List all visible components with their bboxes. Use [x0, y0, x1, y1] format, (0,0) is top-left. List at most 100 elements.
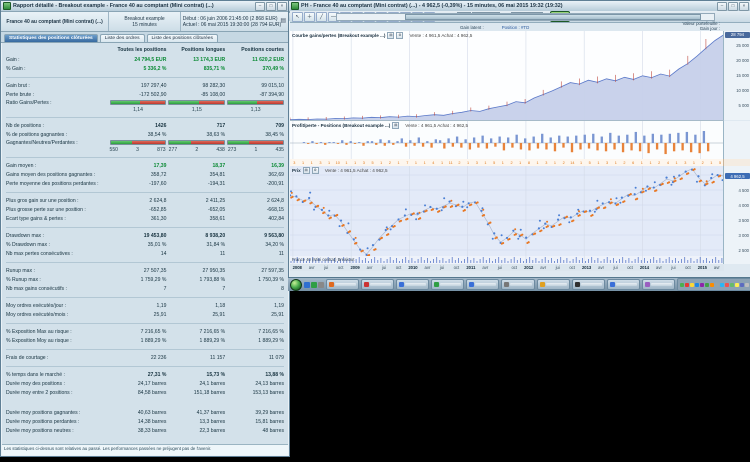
close-button[interactable]: ×	[277, 2, 287, 11]
tray-icon-13[interactable]	[740, 283, 744, 287]
bar-red	[191, 141, 224, 144]
maximize-button[interactable]: □	[266, 2, 276, 11]
tray-icon-4[interactable]	[695, 283, 699, 287]
axis-tick-label: 5 000	[739, 103, 749, 108]
pointer-icon[interactable]: ↖	[292, 12, 303, 22]
minimize-button[interactable]: –	[717, 2, 727, 11]
axis-tick-label: 20 000	[736, 58, 749, 63]
breakdown-value: 435	[275, 147, 284, 153]
stat-row: Gain :24 794,5 EUR13 174,3 EUR11 620,2 E…	[6, 55, 286, 64]
tray-icon-11[interactable]	[730, 283, 734, 287]
time-axis-label: 2012	[522, 265, 536, 270]
trade-count-annotation: 5	[490, 161, 499, 165]
scrollbar-track[interactable]	[336, 13, 715, 21]
tray-icon-8[interactable]	[715, 283, 719, 287]
print-icon[interactable]: ▤	[280, 17, 286, 24]
trade-count-annotation: 1	[638, 161, 647, 165]
breakdown-value: 1	[254, 147, 257, 153]
axis-tick-label: 3 000	[739, 233, 749, 238]
quick-launch-icon-3[interactable]	[318, 282, 324, 288]
taskbar-button-label	[370, 283, 391, 286]
tab-statistiques-des-positions-cl-tur-es[interactable]: Statistiques des positions clôturées	[4, 34, 98, 42]
minimize-button[interactable]: –	[255, 2, 265, 11]
taskbar-button-label	[510, 283, 531, 286]
trendline-icon[interactable]: ╱	[316, 12, 327, 22]
position-label[interactable]: Position : #TD	[502, 25, 530, 30]
stat-value: 1 793,88 %	[168, 277, 227, 283]
trade-count-annotation: 1	[438, 161, 447, 165]
tray-icon-12[interactable]	[735, 283, 739, 287]
taskbar-button-6[interactable]	[501, 279, 534, 290]
taskbar-button-3[interactable]	[396, 279, 429, 290]
equity-curve-plot[interactable]	[290, 31, 724, 120]
positions-density-plot[interactable]	[290, 256, 724, 264]
taskbar-button-10[interactable]	[642, 279, 675, 290]
stat-label: Drawdown max :	[6, 233, 110, 239]
section-separator	[6, 223, 286, 231]
stat-value: 197 297,40	[110, 83, 169, 89]
pane-settings-icon[interactable]: ⚙	[312, 167, 319, 174]
bar-green	[111, 101, 140, 104]
close-button[interactable]: ×	[739, 2, 749, 11]
column-header: Positions courtes	[227, 47, 286, 53]
tray-icon-7[interactable]	[710, 283, 714, 287]
stat-value: 11	[168, 251, 227, 257]
stat-label: Durée moy positions neutres :	[6, 428, 110, 434]
crosshair-icon[interactable]: ＋	[304, 12, 315, 22]
quick-launch-icon-1[interactable]	[304, 282, 310, 288]
time-axis-label: avr	[594, 265, 608, 270]
taskbar-button-icon	[610, 282, 615, 287]
section-separator	[6, 293, 286, 301]
trade-count-annotation: 3	[472, 161, 481, 165]
equity-curve-pane[interactable]: Courbe gains/pertes (Breakout example ..…	[290, 31, 724, 121]
quick-launch-icon-2[interactable]	[311, 282, 317, 288]
scrollbar-thumb[interactable]	[405, 14, 701, 20]
price-pane[interactable]: Prix ▤ ⚙ Vente : 4 961,5 Achat : 4 962,5	[290, 166, 724, 257]
taskbar	[288, 277, 750, 291]
tray-icon-1[interactable]	[680, 283, 684, 287]
trade-count-annotation: 2	[655, 161, 664, 165]
trade-count-annotation: 2	[559, 161, 568, 165]
pl-quote: Vente : 4 961,5 Achat : 4 962,5	[405, 123, 468, 128]
time-axis-label: 2011	[464, 265, 478, 270]
report-titlebar[interactable]: Rapport détaillé - Breakout example - Fr…	[1, 1, 289, 12]
axis-tick-label: 15 000	[736, 73, 749, 78]
taskbar-button-5[interactable]	[466, 279, 499, 290]
stat-value: 24,17 barres	[110, 381, 169, 387]
maximize-button[interactable]: □	[728, 2, 738, 11]
taskbar-button-8[interactable]	[572, 279, 605, 290]
profit-loss-pane[interactable]: Profit/perte - Positions (Breakout examp…	[290, 121, 724, 160]
pane-print-icon[interactable]: ▤	[387, 32, 394, 39]
time-axis-label: oct	[333, 265, 347, 270]
taskbar-button-1[interactable]	[326, 279, 359, 290]
tray-icon-5[interactable]	[700, 283, 704, 287]
stat-value: 8	[227, 286, 286, 292]
pane-settings-icon[interactable]: ⚙	[396, 32, 403, 39]
taskbar-button-4[interactable]	[431, 279, 464, 290]
tab-liste-des-ordres[interactable]: Liste des ordres	[100, 34, 145, 42]
tab-liste-des-positions-cl-tur-es[interactable]: Liste des positions clôturées	[147, 34, 218, 42]
stat-value: 1426	[110, 123, 169, 129]
tray-icon-2[interactable]	[685, 283, 689, 287]
price-plot[interactable]	[290, 166, 724, 256]
taskbar-button-7[interactable]	[537, 279, 570, 290]
pane-print-icon[interactable]: ▤	[303, 167, 310, 174]
start-button[interactable]	[290, 279, 302, 291]
taskbar-button-9[interactable]	[607, 279, 640, 290]
tray-icon-14[interactable]	[745, 283, 749, 287]
price-axis: 5 0004 5004 0003 5003 0002 5004 962,5	[723, 166, 750, 256]
stat-label: % de positions gagnantes :	[6, 132, 110, 138]
tray-icon-9[interactable]	[720, 283, 724, 287]
trade-count-annotation: 2	[507, 161, 516, 165]
tray-icon-6[interactable]	[705, 283, 709, 287]
trade-count-annotation: 3	[316, 161, 325, 165]
trade-count-annotation: 1	[342, 161, 351, 165]
taskbar-button-2[interactable]	[361, 279, 394, 290]
stat-row: % Runup max :1 759,29 %1 793,88 %1 750,3…	[6, 275, 286, 284]
stat-value: 7	[168, 286, 227, 292]
tray-icon-3[interactable]	[690, 283, 694, 287]
stat-value: 362,69	[227, 172, 286, 178]
bar-breakdown: 2731435	[227, 147, 286, 153]
pane-print-icon[interactable]: ▤	[392, 122, 399, 129]
tray-icon-10[interactable]	[725, 283, 729, 287]
